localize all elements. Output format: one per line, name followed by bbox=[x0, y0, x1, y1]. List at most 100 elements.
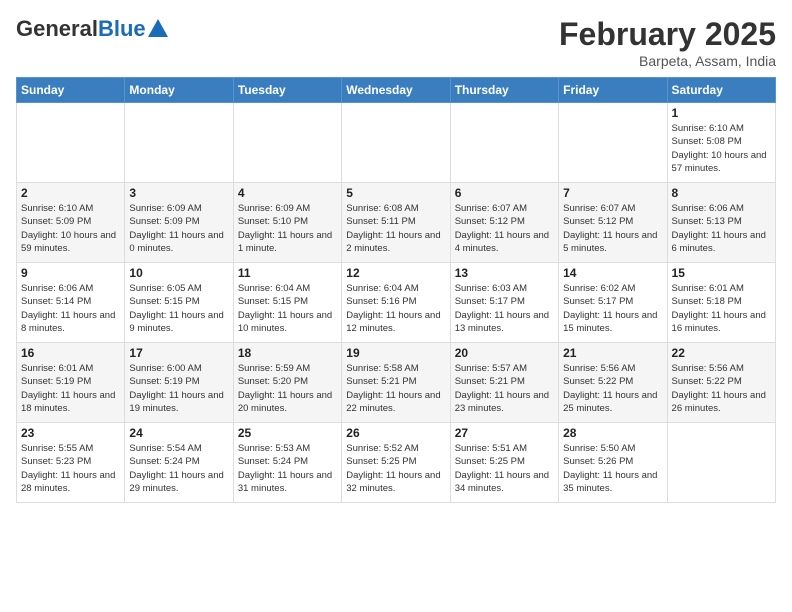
calendar-cell: 27 Sunrise: 5:51 AM Sunset: 5:25 PM Dayli… bbox=[450, 423, 558, 503]
day-number: 12 bbox=[346, 266, 445, 280]
logo: General Blue bbox=[16, 16, 168, 42]
day-info: Sunrise: 5:50 AM Sunset: 5:26 PM Dayligh… bbox=[563, 442, 662, 495]
calendar-cell bbox=[125, 103, 233, 183]
day-number: 21 bbox=[563, 346, 662, 360]
day-number: 27 bbox=[455, 426, 554, 440]
weekday-header-tuesday: Tuesday bbox=[233, 78, 341, 103]
day-info: Sunrise: 5:59 AM Sunset: 5:20 PM Dayligh… bbox=[238, 362, 337, 415]
calendar-cell bbox=[342, 103, 450, 183]
calendar-cell bbox=[233, 103, 341, 183]
day-info: Sunrise: 5:54 AM Sunset: 5:24 PM Dayligh… bbox=[129, 442, 228, 495]
day-number: 28 bbox=[563, 426, 662, 440]
day-info: Sunrise: 6:01 AM Sunset: 5:19 PM Dayligh… bbox=[21, 362, 120, 415]
day-info: Sunrise: 6:10 AM Sunset: 5:09 PM Dayligh… bbox=[21, 202, 120, 255]
calendar-cell: 22 Sunrise: 5:56 AM Sunset: 5:22 PM Dayli… bbox=[667, 343, 775, 423]
day-info: Sunrise: 5:56 AM Sunset: 5:22 PM Dayligh… bbox=[563, 362, 662, 415]
day-number: 9 bbox=[21, 266, 120, 280]
day-info: Sunrise: 6:05 AM Sunset: 5:15 PM Dayligh… bbox=[129, 282, 228, 335]
day-number: 1 bbox=[672, 106, 771, 120]
calendar-cell bbox=[450, 103, 558, 183]
day-info: Sunrise: 6:00 AM Sunset: 5:19 PM Dayligh… bbox=[129, 362, 228, 415]
day-number: 16 bbox=[21, 346, 120, 360]
title-block: February 2025 Barpeta, Assam, India bbox=[559, 16, 776, 69]
day-number: 18 bbox=[238, 346, 337, 360]
day-info: Sunrise: 6:04 AM Sunset: 5:16 PM Dayligh… bbox=[346, 282, 445, 335]
day-info: Sunrise: 6:09 AM Sunset: 5:10 PM Dayligh… bbox=[238, 202, 337, 255]
day-number: 24 bbox=[129, 426, 228, 440]
weekday-header-saturday: Saturday bbox=[667, 78, 775, 103]
day-info: Sunrise: 5:57 AM Sunset: 5:21 PM Dayligh… bbox=[455, 362, 554, 415]
calendar-cell: 8Sunrise: 6:06 AM Sunset: 5:13 PM Daylig… bbox=[667, 183, 775, 263]
month-title: February 2025 bbox=[559, 16, 776, 53]
calendar-cell: 28 Sunrise: 5:50 AM Sunset: 5:26 PM Dayli… bbox=[559, 423, 667, 503]
calendar-cell: 25Sunrise: 5:53 AM Sunset: 5:24 PM Dayli… bbox=[233, 423, 341, 503]
day-info: Sunrise: 6:09 AM Sunset: 5:09 PM Dayligh… bbox=[129, 202, 228, 255]
logo-general-text: General bbox=[16, 16, 98, 42]
logo-blue-text: Blue bbox=[98, 16, 146, 42]
calendar-cell: 21 Sunrise: 5:56 AM Sunset: 5:22 PM Dayli… bbox=[559, 343, 667, 423]
calendar-cell: 18 Sunrise: 5:59 AM Sunset: 5:20 PM Dayli… bbox=[233, 343, 341, 423]
day-number: 6 bbox=[455, 186, 554, 200]
calendar-cell: 12 Sunrise: 6:04 AM Sunset: 5:16 PM Dayli… bbox=[342, 263, 450, 343]
weekday-header-sunday: Sunday bbox=[17, 78, 125, 103]
calendar-cell: 6 Sunrise: 6:07 AM Sunset: 5:12 PM Daylig… bbox=[450, 183, 558, 263]
day-number: 3 bbox=[129, 186, 228, 200]
page-header: General Blue February 2025 Barpeta, Assa… bbox=[16, 16, 776, 69]
day-info: Sunrise: 5:56 AM Sunset: 5:22 PM Dayligh… bbox=[672, 362, 771, 415]
day-info: Sunrise: 5:58 AM Sunset: 5:21 PM Dayligh… bbox=[346, 362, 445, 415]
calendar-cell: 13 Sunrise: 6:03 AM Sunset: 5:17 PM Dayli… bbox=[450, 263, 558, 343]
day-number: 15 bbox=[672, 266, 771, 280]
day-number: 17 bbox=[129, 346, 228, 360]
calendar-cell: 11Sunrise: 6:04 AM Sunset: 5:15 PM Dayli… bbox=[233, 263, 341, 343]
day-number: 19 bbox=[346, 346, 445, 360]
day-info: Sunrise: 5:55 AM Sunset: 5:23 PM Dayligh… bbox=[21, 442, 120, 495]
calendar-cell bbox=[667, 423, 775, 503]
calendar-cell: 16 Sunrise: 6:01 AM Sunset: 5:19 PM Dayli… bbox=[17, 343, 125, 423]
day-info: Sunrise: 5:51 AM Sunset: 5:25 PM Dayligh… bbox=[455, 442, 554, 495]
day-info: Sunrise: 6:08 AM Sunset: 5:11 PM Dayligh… bbox=[346, 202, 445, 255]
weekday-header-wednesday: Wednesday bbox=[342, 78, 450, 103]
day-info: Sunrise: 6:02 AM Sunset: 5:17 PM Dayligh… bbox=[563, 282, 662, 335]
week-row-0: 1 Sunrise: 6:10 AM Sunset: 5:08 PM Daylig… bbox=[17, 103, 776, 183]
day-number: 20 bbox=[455, 346, 554, 360]
calendar-cell: 4Sunrise: 6:09 AM Sunset: 5:10 PM Daylig… bbox=[233, 183, 341, 263]
day-info: Sunrise: 5:52 AM Sunset: 5:25 PM Dayligh… bbox=[346, 442, 445, 495]
day-info: Sunrise: 6:06 AM Sunset: 5:14 PM Dayligh… bbox=[21, 282, 120, 335]
day-number: 7 bbox=[563, 186, 662, 200]
calendar-cell: 3 Sunrise: 6:09 AM Sunset: 5:09 PM Daylig… bbox=[125, 183, 233, 263]
logo-triangle-icon bbox=[148, 19, 168, 37]
day-info: Sunrise: 6:01 AM Sunset: 5:18 PM Dayligh… bbox=[672, 282, 771, 335]
day-number: 23 bbox=[21, 426, 120, 440]
day-info: Sunrise: 6:07 AM Sunset: 5:12 PM Dayligh… bbox=[563, 202, 662, 255]
calendar-cell bbox=[559, 103, 667, 183]
calendar-cell: 24 Sunrise: 5:54 AM Sunset: 5:24 PM Dayli… bbox=[125, 423, 233, 503]
week-row-1: 2Sunrise: 6:10 AM Sunset: 5:09 PM Daylig… bbox=[17, 183, 776, 263]
calendar-cell: 20 Sunrise: 5:57 AM Sunset: 5:21 PM Dayli… bbox=[450, 343, 558, 423]
day-number: 26 bbox=[346, 426, 445, 440]
calendar-cell: 5 Sunrise: 6:08 AM Sunset: 5:11 PM Daylig… bbox=[342, 183, 450, 263]
weekday-header-row: SundayMondayTuesdayWednesdayThursdayFrid… bbox=[17, 78, 776, 103]
day-info: Sunrise: 5:53 AM Sunset: 5:24 PM Dayligh… bbox=[238, 442, 337, 495]
calendar-cell: 7 Sunrise: 6:07 AM Sunset: 5:12 PM Daylig… bbox=[559, 183, 667, 263]
calendar-cell: 19 Sunrise: 5:58 AM Sunset: 5:21 PM Dayli… bbox=[342, 343, 450, 423]
day-number: 13 bbox=[455, 266, 554, 280]
day-number: 22 bbox=[672, 346, 771, 360]
week-row-4: 23 Sunrise: 5:55 AM Sunset: 5:23 PM Dayli… bbox=[17, 423, 776, 503]
day-info: Sunrise: 6:03 AM Sunset: 5:17 PM Dayligh… bbox=[455, 282, 554, 335]
day-number: 10 bbox=[129, 266, 228, 280]
calendar-cell: 10 Sunrise: 6:05 AM Sunset: 5:15 PM Dayli… bbox=[125, 263, 233, 343]
day-info: Sunrise: 6:07 AM Sunset: 5:12 PM Dayligh… bbox=[455, 202, 554, 255]
calendar-table: SundayMondayTuesdayWednesdayThursdayFrid… bbox=[16, 77, 776, 503]
day-info: Sunrise: 6:10 AM Sunset: 5:08 PM Dayligh… bbox=[672, 122, 771, 175]
calendar-cell: 14 Sunrise: 6:02 AM Sunset: 5:17 PM Dayli… bbox=[559, 263, 667, 343]
week-row-3: 16 Sunrise: 6:01 AM Sunset: 5:19 PM Dayli… bbox=[17, 343, 776, 423]
day-info: Sunrise: 6:06 AM Sunset: 5:13 PM Dayligh… bbox=[672, 202, 771, 255]
week-row-2: 9 Sunrise: 6:06 AM Sunset: 5:14 PM Daylig… bbox=[17, 263, 776, 343]
day-number: 14 bbox=[563, 266, 662, 280]
weekday-header-friday: Friday bbox=[559, 78, 667, 103]
day-number: 5 bbox=[346, 186, 445, 200]
day-number: 11 bbox=[238, 266, 337, 280]
calendar-cell bbox=[17, 103, 125, 183]
weekday-header-thursday: Thursday bbox=[450, 78, 558, 103]
calendar-cell: 23 Sunrise: 5:55 AM Sunset: 5:23 PM Dayli… bbox=[17, 423, 125, 503]
